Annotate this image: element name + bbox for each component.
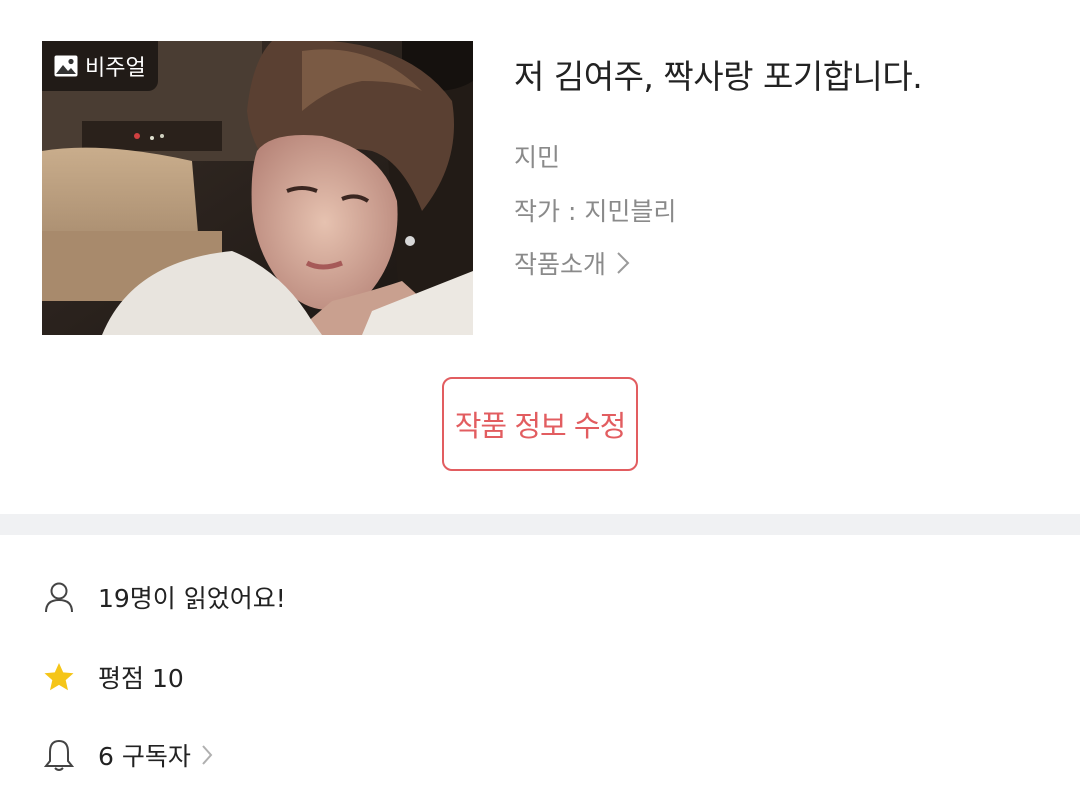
person-icon — [42, 580, 76, 614]
image-icon — [53, 54, 79, 78]
rating-text: 평점 10 — [98, 664, 184, 693]
work-intro-label: 작품소개 — [514, 250, 607, 279]
visual-badge: 비주얼 — [42, 41, 158, 91]
star-icon — [42, 660, 76, 694]
readers-row: 19명이 읽었어요! — [42, 579, 286, 615]
visual-badge-label: 비주얼 — [85, 56, 146, 81]
subscribers-count-text: 6 구독자 — [98, 742, 191, 771]
rating-row: 평점 10 — [42, 659, 184, 695]
readers-count-text: 19명이 읽었어요! — [98, 584, 286, 613]
work-title: 저 김여주, 짝사랑 포기합니다. — [514, 57, 923, 96]
work-intro-link[interactable]: 작품소개 — [514, 245, 630, 281]
bell-icon — [42, 738, 76, 772]
chevron-right-icon — [201, 744, 213, 766]
edit-work-info-button[interactable]: 작품 정보 수정 — [442, 377, 638, 471]
section-divider — [0, 514, 1080, 535]
work-header: 비주얼 저 김여주, 짝사랑 포기합니다. 지민 작가 : 지민블리 작품소개 … — [0, 0, 1080, 514]
work-author: 작가 : 지민블리 — [514, 197, 677, 226]
chevron-right-icon — [616, 251, 630, 275]
work-genre: 지민 — [514, 143, 561, 172]
subscribers-row[interactable]: 6 구독자 — [42, 737, 213, 773]
